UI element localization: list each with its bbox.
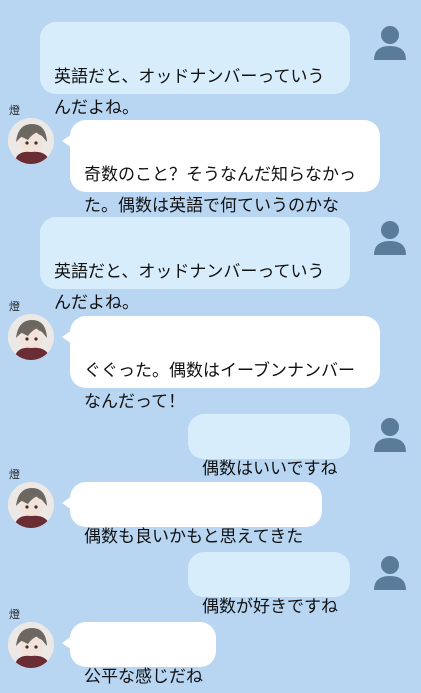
message-bubble-other[interactable]: 公平な感じだね <box>62 622 216 687</box>
contact-name: 燈 <box>9 104 20 117</box>
message-bubble-other[interactable]: 奇数のこと？そうなんだ知らなかった。偶数は英語で何ていうのかな <box>62 120 380 216</box>
message-text: 偶数はいいですね <box>202 459 338 479</box>
user-silhouette-icon[interactable] <box>370 22 410 62</box>
character-avatar-icon <box>8 118 54 164</box>
message-bubble-other[interactable]: ぐぐった。偶数はイーブンナンバーなんだって！ <box>62 316 380 412</box>
contact-name: 燈 <box>9 608 20 621</box>
user-silhouette-icon[interactable] <box>370 552 410 592</box>
message-bubble-self[interactable]: 偶数はいいですね <box>188 414 350 479</box>
message-text: 公平な感じだね <box>84 667 203 687</box>
character-avatar-icon <box>8 622 54 668</box>
character-avatar-icon <box>8 482 54 528</box>
message-bubble-self[interactable]: 英語だと、オッドナンバーっていうんだよね。 <box>40 22 350 118</box>
message-text: ぐぐった。偶数はイーブンナンバーなんだって！ <box>84 361 355 412</box>
message-text: 奇数のこと？そうなんだ知らなかった。偶数は英語で何ていうのかな <box>84 165 356 216</box>
message-text: 英語だと、オッドナンバーっていうんだよね。 <box>54 262 325 313</box>
contact-name: 燈 <box>9 468 20 481</box>
message-bubble-self[interactable]: 偶数が好きですね <box>188 552 350 617</box>
user-silhouette-icon[interactable] <box>370 414 410 454</box>
message-text: 偶数も良いかもと思えてきた <box>84 527 304 547</box>
message-text: 英語だと、オッドナンバーっていうんだよね。 <box>54 67 325 118</box>
contact-name: 燈 <box>9 300 20 313</box>
character-avatar-icon <box>8 314 54 360</box>
contact-avatar[interactable] <box>8 118 54 164</box>
message-bubble-other[interactable]: 偶数も良いかもと思えてきた <box>62 482 322 547</box>
contact-avatar[interactable] <box>8 482 54 528</box>
contact-avatar[interactable] <box>8 314 54 360</box>
contact-avatar[interactable] <box>8 622 54 668</box>
user-silhouette-icon[interactable] <box>370 217 410 257</box>
message-text: 偶数が好きですね <box>202 597 338 617</box>
message-bubble-self[interactable]: 英語だと、オッドナンバーっていうんだよね。 <box>40 217 350 313</box>
